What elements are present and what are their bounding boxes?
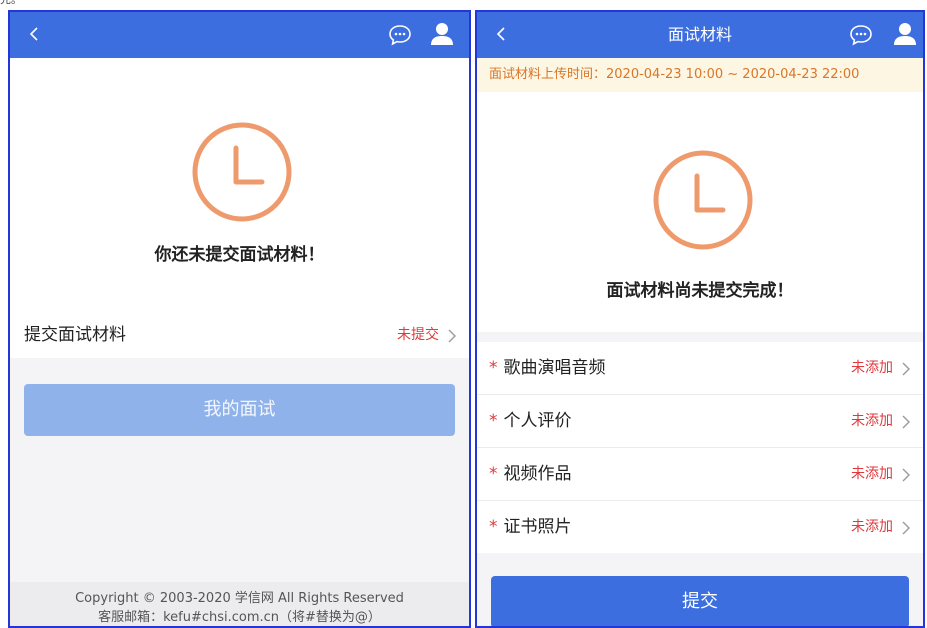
chevron-right-icon [901,520,911,535]
required-asterisk: * [489,517,498,537]
submit-button[interactable]: 提交 [491,576,909,626]
item-status: 未添加 [851,360,893,376]
required-asterisk: * [489,464,498,484]
item-label: 证书照片 [503,517,572,537]
back-arrow-icon[interactable] [24,22,44,46]
chat-bubble-icon[interactable] [849,24,873,46]
required-asterisk: * [489,358,498,378]
user-icon[interactable] [430,21,454,47]
chevron-right-icon [901,414,911,429]
chevron-right-icon [447,328,457,343]
chevron-right-icon [901,467,911,482]
top-nav-bar: 面试材料 [477,12,923,58]
chevron-right-icon [901,361,911,376]
item-label: 个人评价 [503,411,572,431]
item-status: 未添加 [851,466,893,482]
materials-list: * 歌曲演唱音频 未添加 * 个人评价 未添加 * 视频作品 未添加 * 证书照片 未添… [477,342,923,553]
clock-icon [190,120,294,228]
item-status: 未添加 [851,413,893,429]
corner-text-fragment: 先。 [0,0,22,6]
user-icon[interactable] [893,21,917,47]
submit-materials-row[interactable]: 提交面试材料 未提交 [10,312,469,358]
clock-icon [651,148,755,256]
list-item-song-audio[interactable]: * 歌曲演唱音频 未添加 [477,342,923,395]
item-status: 未添加 [851,519,893,535]
my-interview-button[interactable]: 我的面试 [24,384,455,436]
required-asterisk: * [489,411,498,431]
row-label: 提交面试材料 [24,325,126,345]
footer: Copyright © 2003-2020 学信网 All Rights Res… [10,582,469,626]
row-status: 未提交 [397,327,439,343]
item-label: 歌曲演唱音频 [503,358,606,378]
copyright-text: Copyright © 2003-2020 学信网 All Rights Res… [75,591,404,606]
upload-time-notice: 面试材料上传时间：2020-04-23 10:00 ~ 2020-04-23 2… [477,58,923,92]
list-item-video-work[interactable]: * 视频作品 未添加 [477,448,923,501]
item-label: 视频作品 [503,464,572,484]
phone-screen-right: 面试材料 面试材料上传时间：2020-04-23 10:00 ~ 2020-04… [475,10,925,628]
phone-screen-left: 你还未提交面试材料！ 提交面试材料 未提交 我的面试 Copyright © 2… [8,10,471,628]
list-item-self-evaluation[interactable]: * 个人评价 未添加 [477,395,923,448]
list-item-certificate-photos[interactable]: * 证书照片 未添加 [477,501,923,553]
top-nav-bar [10,12,469,58]
chat-bubble-icon[interactable] [388,24,412,46]
status-message: 面试材料尚未提交完成！ [606,281,794,301]
status-message: 你还未提交面试材料！ [154,245,325,265]
support-email-text: 客服邮箱：kefu#chsi.com.cn（将#替换为@） [98,610,381,625]
